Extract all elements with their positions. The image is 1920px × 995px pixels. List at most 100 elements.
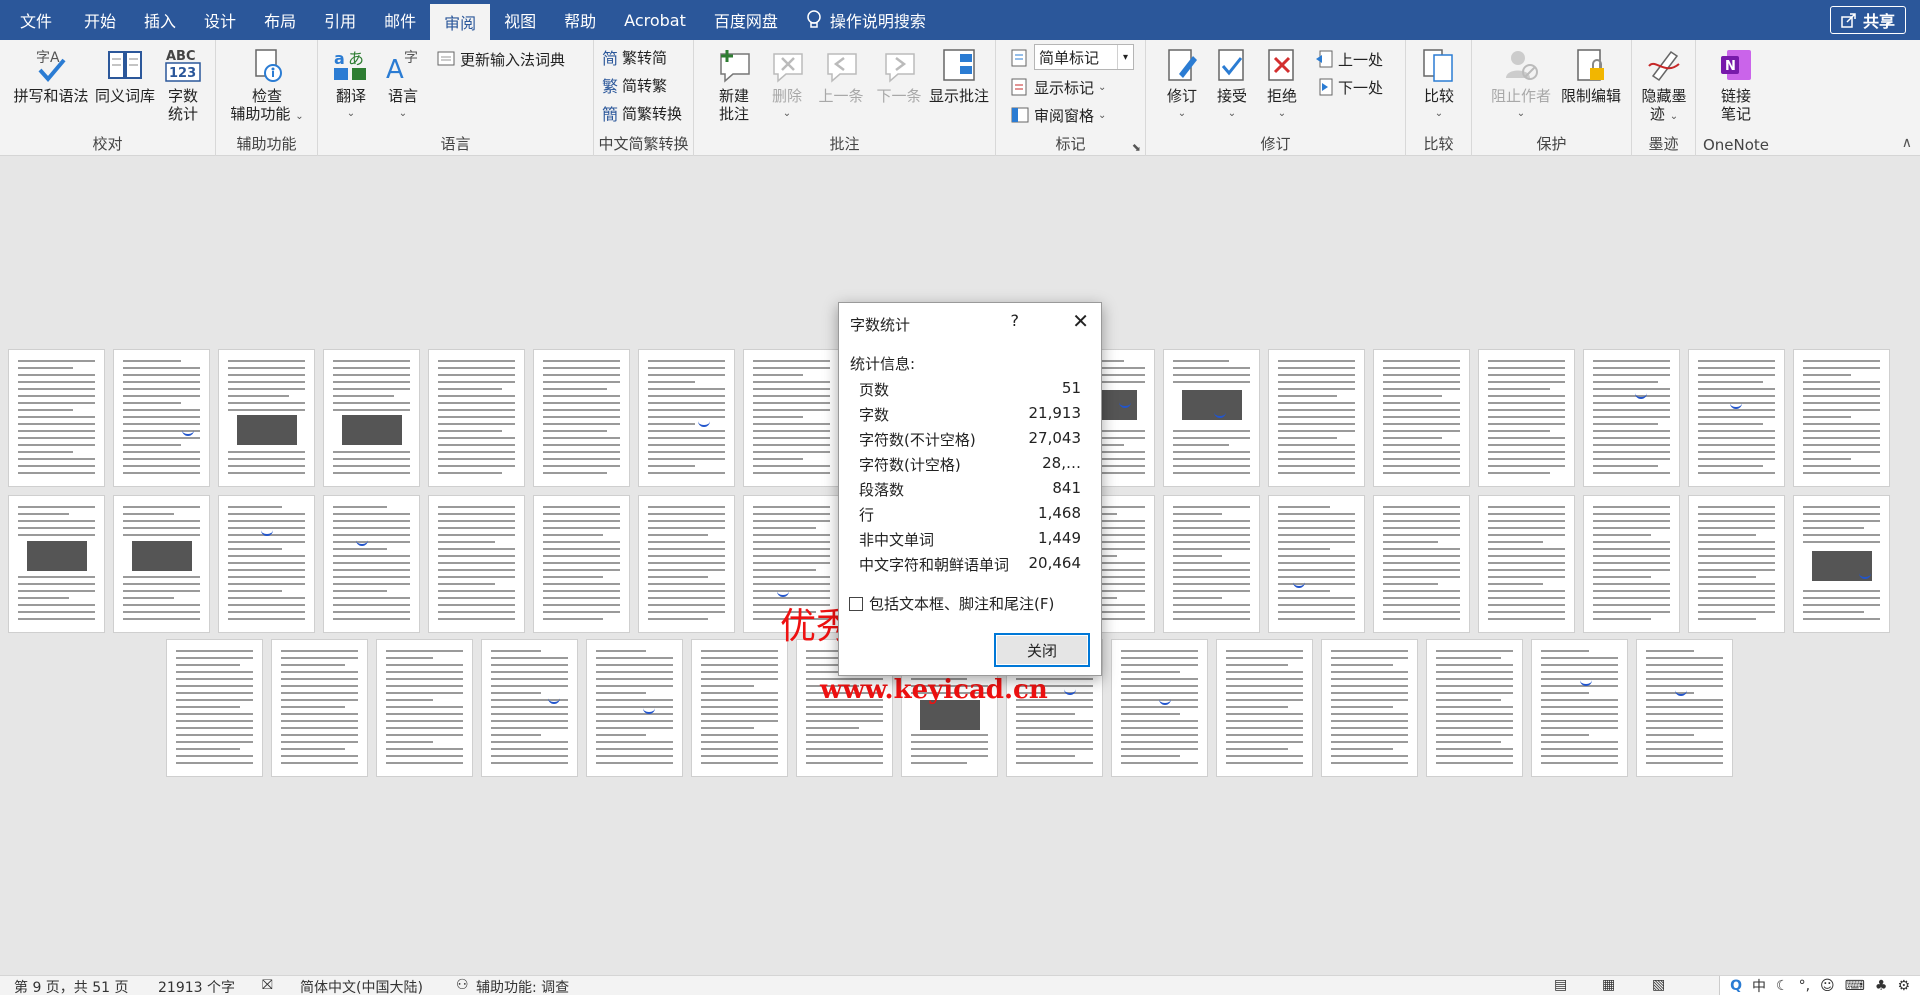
- page-thumbnail[interactable]: [638, 349, 735, 487]
- page-thumbnail[interactable]: [533, 495, 630, 633]
- tab-view[interactable]: 视图: [490, 0, 550, 40]
- page-thumbnail[interactable]: [1163, 495, 1260, 633]
- tab-file[interactable]: 文件: [0, 0, 70, 40]
- show-markup-button[interactable]: 显示标记 ⌄: [1010, 74, 1106, 100]
- proofing-status-icon[interactable]: ⛝: [262, 977, 273, 993]
- page-thumbnail[interactable]: [218, 495, 315, 633]
- page-thumbnail[interactable]: [481, 639, 578, 777]
- update-ime-dictionary-button[interactable]: 更新输入法词典: [436, 46, 565, 72]
- page-thumbnail[interactable]: [1793, 349, 1890, 487]
- dialog-launcher-icon[interactable]: ⬊: [1132, 141, 1141, 154]
- page-thumbnail[interactable]: [586, 639, 683, 777]
- page-thumbnail[interactable]: [323, 349, 420, 487]
- ime-logo-icon[interactable]: Q: [1730, 978, 1742, 994]
- simp-to-trad-button[interactable]: 繁 简转繁: [602, 72, 667, 98]
- page-thumbnail[interactable]: [533, 349, 630, 487]
- include-textboxes-checkbox[interactable]: 包括文本框、脚注和尾注(F): [849, 593, 1054, 614]
- language-button[interactable]: A字 语言 ⌄: [378, 46, 428, 123]
- next-change-button[interactable]: 下一处: [1314, 74, 1383, 100]
- page-thumbnail[interactable]: [376, 639, 473, 777]
- print-layout-icon[interactable]: ▦: [1602, 977, 1615, 993]
- checkbox-box[interactable]: [849, 596, 863, 611]
- close-button[interactable]: 关闭: [994, 633, 1090, 667]
- page-thumbnail[interactable]: [428, 495, 525, 633]
- language-indicator[interactable]: 简体中文(中国大陆): [300, 977, 423, 995]
- page-thumbnail[interactable]: [1111, 639, 1208, 777]
- help-icon[interactable]: ?: [1011, 311, 1020, 330]
- show-comments-button[interactable]: 显示批注: [924, 46, 994, 105]
- tab-layout[interactable]: 布局: [250, 0, 310, 40]
- page-indicator[interactable]: 第 9 页，共 51 页: [14, 977, 129, 995]
- trad-to-simp-button[interactable]: 简 繁转简: [602, 44, 667, 70]
- page-thumbnail[interactable]: [323, 495, 420, 633]
- next-comment-button[interactable]: 下一条: [872, 46, 926, 105]
- punctuation-icon[interactable]: °,: [1799, 978, 1810, 994]
- markup-select[interactable]: 简单标记 ▾: [1034, 44, 1134, 70]
- page-thumbnail[interactable]: [1793, 495, 1890, 633]
- emoji-icon[interactable]: ☺: [1820, 978, 1835, 994]
- page-thumbnail[interactable]: [271, 639, 368, 777]
- tab-help[interactable]: 帮助: [550, 0, 610, 40]
- accessibility-indicator[interactable]: 辅助功能: 调查: [476, 977, 569, 995]
- word-count-button[interactable]: ABC 123 字数 统计: [160, 46, 206, 123]
- page-thumbnail[interactable]: [1268, 349, 1365, 487]
- restrict-editing-button[interactable]: 限制编辑: [1556, 46, 1626, 105]
- tab-insert[interactable]: 插入: [130, 0, 190, 40]
- tab-references[interactable]: 引用: [310, 0, 370, 40]
- ime-language[interactable]: 中: [1752, 976, 1766, 995]
- chinese-convert-button[interactable]: 簡 简繁转换: [602, 100, 682, 126]
- check-accessibility-button[interactable]: 检查 辅助功能 ⌄: [226, 46, 308, 126]
- page-thumbnail[interactable]: [1688, 495, 1785, 633]
- close-icon[interactable]: ✕: [1072, 309, 1089, 333]
- page-thumbnail[interactable]: [1373, 495, 1470, 633]
- tell-me-search[interactable]: 操作说明搜索: [806, 0, 926, 40]
- page-thumbnail[interactable]: [691, 639, 788, 777]
- hide-ink-button[interactable]: 隐藏墨 迹 ⌄: [1638, 46, 1690, 126]
- reject-button[interactable]: 拒绝 ⌄: [1262, 46, 1302, 123]
- tab-home[interactable]: 开始: [70, 0, 130, 40]
- tab-design[interactable]: 设计: [190, 0, 250, 40]
- new-comment-button[interactable]: 新建 批注: [708, 46, 760, 123]
- page-thumbnail[interactable]: [1163, 349, 1260, 487]
- translate-button[interactable]: aあ 翻译 ⌄: [326, 46, 376, 123]
- page-thumbnail[interactable]: [113, 349, 210, 487]
- page-thumbnail[interactable]: [638, 495, 735, 633]
- track-changes-button[interactable]: 修订 ⌄: [1162, 46, 1202, 123]
- page-thumbnail[interactable]: [166, 639, 263, 777]
- tab-acrobat[interactable]: Acrobat: [610, 0, 700, 40]
- tab-baidu-netdisk[interactable]: 百度网盘: [700, 0, 792, 40]
- page-thumbnail[interactable]: [8, 495, 105, 633]
- share-button[interactable]: 共享: [1829, 6, 1906, 34]
- page-thumbnail[interactable]: [1688, 349, 1785, 487]
- page-thumbnail[interactable]: [428, 349, 525, 487]
- previous-change-button[interactable]: 上一处: [1314, 46, 1383, 72]
- delete-comment-button[interactable]: 删除 ⌄: [764, 46, 810, 123]
- tab-mailings[interactable]: 邮件: [370, 0, 430, 40]
- collapse-ribbon-icon[interactable]: ∧: [1902, 135, 1912, 151]
- page-thumbnail[interactable]: [1583, 349, 1680, 487]
- page-thumbnail[interactable]: [1426, 639, 1523, 777]
- previous-comment-button[interactable]: 上一条: [814, 46, 868, 105]
- moon-icon[interactable]: ☾: [1776, 978, 1789, 994]
- linked-notes-button[interactable]: N 链接 笔记: [1708, 46, 1764, 123]
- block-authors-button[interactable]: 阻止作者 ⌄: [1488, 46, 1554, 123]
- spelling-grammar-button[interactable]: 字A 拼写和语法: [10, 46, 92, 105]
- page-thumbnail[interactable]: [743, 349, 840, 487]
- page-thumbnail[interactable]: [1478, 349, 1575, 487]
- tab-review[interactable]: 审阅: [430, 4, 491, 40]
- compare-button[interactable]: 比较 ⌄: [1418, 46, 1460, 123]
- page-thumbnail[interactable]: [1216, 639, 1313, 777]
- page-thumbnail[interactable]: [1268, 495, 1365, 633]
- page-thumbnail[interactable]: [1478, 495, 1575, 633]
- reviewing-pane-button[interactable]: 审阅窗格 ⌄: [1010, 102, 1106, 128]
- web-layout-icon[interactable]: ▧: [1652, 977, 1665, 993]
- page-thumbnail[interactable]: [1373, 349, 1470, 487]
- settings-icon[interactable]: ⚙: [1897, 978, 1910, 994]
- skin-icon[interactable]: ♣: [1875, 978, 1888, 994]
- page-thumbnail[interactable]: [8, 349, 105, 487]
- page-thumbnail[interactable]: [1321, 639, 1418, 777]
- accept-button[interactable]: 接受 ⌄: [1212, 46, 1252, 123]
- word-count-indicator[interactable]: 21913 个字: [158, 977, 235, 995]
- page-thumbnail[interactable]: [1531, 639, 1628, 777]
- thesaurus-button[interactable]: 同义词库: [92, 46, 158, 105]
